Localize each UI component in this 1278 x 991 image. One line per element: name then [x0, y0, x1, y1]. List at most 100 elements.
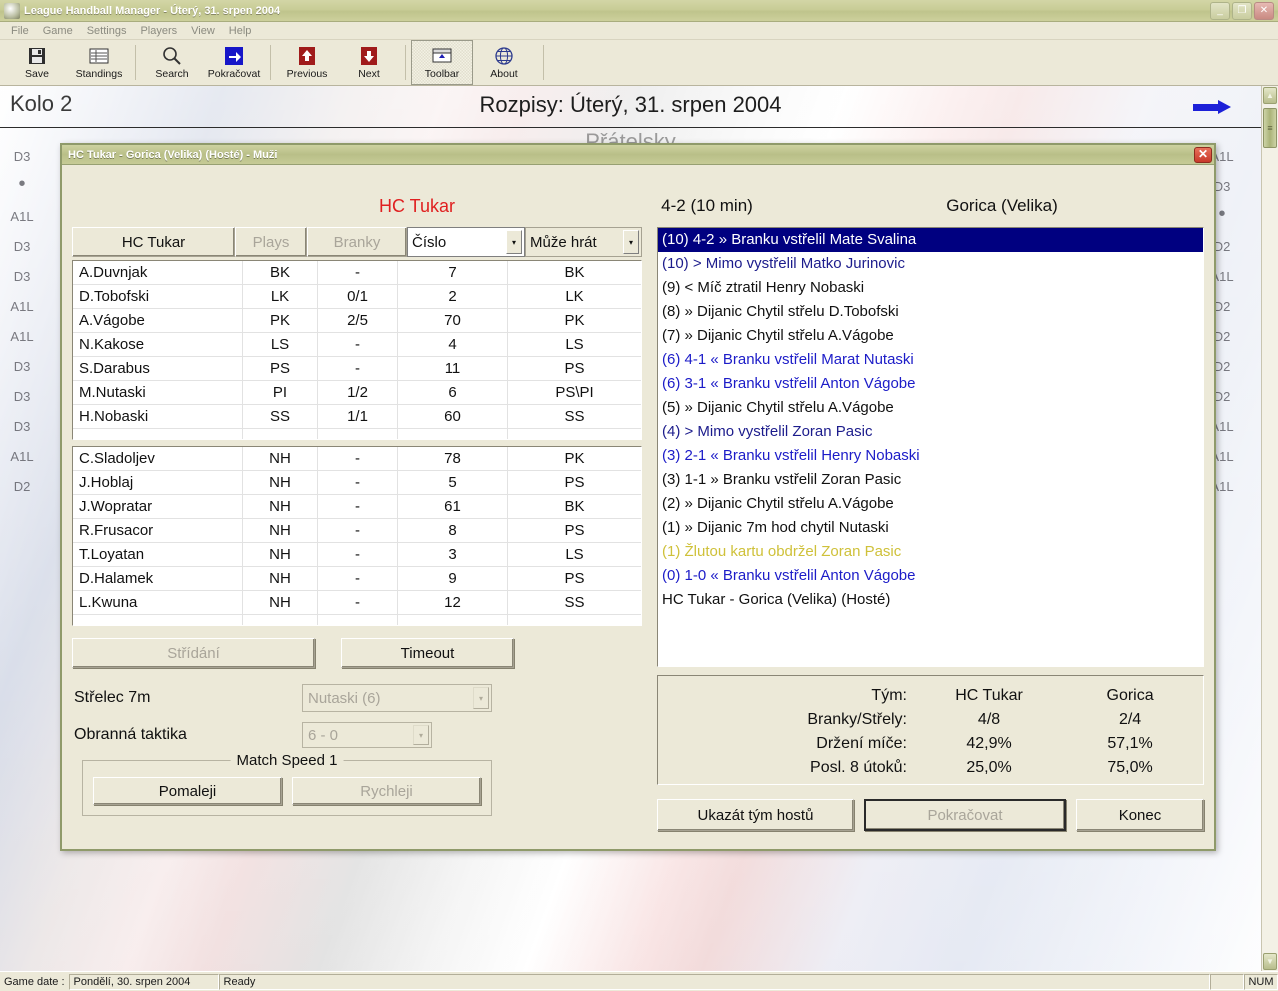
menu-item-view[interactable]: View: [184, 24, 222, 38]
match-speed-buttons: Pomaleji Rychleji: [93, 777, 481, 805]
player-goals: 0/1: [318, 285, 398, 308]
list-item: D3: [13, 389, 31, 404]
player-number: 7: [398, 261, 508, 284]
menu-item-help[interactable]: Help: [222, 24, 259, 38]
list-item[interactable]: (7) » Dijanic Chytil střelu A.Vágobe: [658, 324, 1203, 348]
blue-arrow-right-icon[interactable]: [1193, 100, 1231, 114]
table-row[interactable]: L.Kwuna NH - 12 SS: [73, 591, 641, 615]
toolbar-button-save[interactable]: Save: [6, 40, 68, 85]
substitution-button[interactable]: Střídání: [72, 638, 315, 668]
toolbar-separator-2: [270, 45, 271, 80]
slower-button[interactable]: Pomaleji: [93, 777, 282, 805]
player-goals: 2/5: [318, 309, 398, 332]
list-item[interactable]: (6) 4-1 « Branku vstřelil Marat Nutaski: [658, 348, 1203, 372]
menu-item-game[interactable]: Game: [36, 24, 80, 38]
toolbar-button-search[interactable]: Search: [141, 40, 203, 85]
toolbar-button-next[interactable]: Next: [338, 40, 400, 85]
list-item[interactable]: (10) 4-2 » Branku vstřelil Mate Svalina: [658, 228, 1203, 252]
list-item[interactable]: (5) » Dijanic Chytil střelu A.Vágobe: [658, 396, 1203, 420]
filler-cell: [398, 615, 508, 625]
timeout-button[interactable]: Timeout: [341, 638, 514, 668]
close-button[interactable]: ✕: [1254, 1, 1274, 20]
table-row[interactable]: D.Halamek NH - 9 PS: [73, 567, 641, 591]
game-date-label: Game date :: [4, 975, 65, 988]
table-row[interactable]: N.Kakose LS - 4 LS: [73, 333, 641, 357]
player-number: 8: [398, 519, 508, 542]
continue-button[interactable]: Pokračovat: [864, 799, 1066, 831]
table-row[interactable]: C.Sladoljev NH - 78 PK: [73, 447, 641, 471]
list-item[interactable]: (2) » Dijanic Chytil střelu A.Vágobe: [658, 492, 1203, 516]
toolbar-label-save: Save: [25, 68, 49, 80]
chevron-down-icon[interactable]: ▾: [506, 230, 522, 254]
faster-button[interactable]: Rychleji: [292, 777, 481, 805]
menu-item-file[interactable]: File: [4, 24, 36, 38]
player-canplay: SS: [564, 594, 585, 611]
content-vertical-scrollbar[interactable]: ▲ ≡ ▼: [1261, 86, 1278, 971]
toolbar-icon: [431, 45, 453, 67]
end-button[interactable]: Konec: [1075, 799, 1205, 831]
menu-item-settings[interactable]: Settings: [80, 24, 134, 38]
column-header-name[interactable]: HC Tukar: [72, 227, 235, 257]
list-item: D3: [13, 359, 31, 374]
toolbar-button-standings[interactable]: Standings: [68, 40, 130, 85]
toolbar-button-toolbar[interactable]: Toolbar: [411, 40, 473, 85]
chevron-down-icon[interactable]: ▾: [623, 230, 639, 254]
on-court-player-list[interactable]: A.Duvnjak BK - 7 BK D.Tobofski LK 0/1 2 …: [72, 260, 642, 440]
show-guest-team-button[interactable]: Ukazát tým hostů: [657, 799, 854, 831]
toolbar-button-previous[interactable]: Previous: [276, 40, 338, 85]
filler-cell: [318, 429, 398, 439]
toolbar-button-continue[interactable]: Pokračovat: [203, 40, 265, 85]
list-item[interactable]: (3) 2-1 « Branku vstřelil Henry Nobaski: [658, 444, 1203, 468]
chevron-down-icon[interactable]: ▾: [413, 725, 429, 745]
scrollbar-thumb[interactable]: ≡: [1263, 108, 1277, 148]
dialog-close-icon[interactable]: ✕: [1194, 146, 1212, 163]
bench-player-list[interactable]: C.Sladoljev NH - 78 PK J.Hoblaj NH - 5 P…: [72, 446, 642, 626]
list-item[interactable]: (10) > Mimo vystřelil Matko Jurinovic: [658, 252, 1203, 276]
table-row[interactable]: J.Hoblaj NH - 5 PS: [73, 471, 641, 495]
table-row[interactable]: A.Duvnjak BK - 7 BK: [73, 261, 641, 285]
column-header-canplay-value: Může hrát: [530, 233, 597, 251]
scrollbar-track[interactable]: [1262, 151, 1278, 952]
list-item[interactable]: (0) 1-0 « Branku vstřelil Anton Vágobe: [658, 564, 1203, 588]
window-controls: _ ❐ ✕: [1210, 1, 1276, 20]
list-item[interactable]: HC Tukar - Gorica (Velika) (Hosté): [658, 588, 1203, 612]
scroll-up-button[interactable]: ▲: [1263, 87, 1277, 104]
table-row[interactable]: S.Darabus PS - 11 PS: [73, 357, 641, 381]
defence-tactic-select[interactable]: 6 - 0 ▾: [302, 722, 432, 748]
list-item[interactable]: (9) < Míč ztratil Henry Nobaski: [658, 276, 1203, 300]
menu-item-players[interactable]: Players: [133, 24, 184, 38]
chevron-down-icon[interactable]: ▾: [473, 687, 489, 709]
table-row[interactable]: M.Nutaski PI 1/2 6 PS\PI: [73, 381, 641, 405]
scroll-down-button[interactable]: ▼: [1263, 953, 1277, 970]
maximize-button[interactable]: ❐: [1232, 1, 1252, 20]
table-row: Posl. 8 útoků: 25,0% 75,0%: [658, 756, 1203, 780]
squad-action-buttons: Střídání Timeout: [72, 638, 642, 668]
toolbar-separator-3: [405, 45, 406, 80]
list-item[interactable]: (4) > Mimo vystřelil Zoran Pasic: [658, 420, 1203, 444]
squad-column-headers: HC Tukar Plays Branky Číslo ▾ Může hrát …: [72, 227, 642, 257]
column-header-canplay-select[interactable]: Může hrát ▾: [525, 227, 642, 257]
player-goals: -: [318, 543, 398, 566]
list-item[interactable]: (6) 3-1 « Branku vstřelil Anton Vágobe: [658, 372, 1203, 396]
minimize-button[interactable]: _: [1210, 1, 1230, 20]
list-item[interactable]: (8) » Dijanic Chytil střelu D.Tobofski: [658, 300, 1203, 324]
list-item[interactable]: (1) Žlutou kartu obdržel Zoran Pasic: [658, 540, 1203, 564]
player-position: NH: [243, 519, 318, 542]
column-header-number-select[interactable]: Číslo ▾: [407, 227, 525, 257]
toolbar-button-about[interactable]: About: [473, 40, 535, 85]
table-row[interactable]: D.Tobofski LK 0/1 2 LK: [73, 285, 641, 309]
seven-meter-shooter-select[interactable]: Nutaski (6) ▾: [302, 684, 492, 712]
table-row[interactable]: R.Frusacor NH - 8 PS: [73, 519, 641, 543]
match-dialog: HC Tukar - Gorica (Velika) (Hosté) - Muž…: [60, 143, 1216, 851]
list-item[interactable]: (3) 1-1 » Branku vstřelil Zoran Pasic: [658, 468, 1203, 492]
table-row[interactable]: A.Vágobe PK 2/5 70 PK: [73, 309, 641, 333]
table-row[interactable]: T.Loyatan NH - 3 LS: [73, 543, 641, 567]
list-item[interactable]: (1) » Dijanic 7m hod chytil Nutaski: [658, 516, 1203, 540]
event-log-list[interactable]: (10) 4-2 » Branku vstřelil Mate Svalina …: [657, 227, 1204, 667]
table-row-filler: [73, 615, 641, 625]
column-header-plays[interactable]: Plays: [235, 227, 307, 257]
table-row[interactable]: H.Nobaski SS 1/1 60 SS: [73, 405, 641, 429]
table-row[interactable]: J.Wopratar NH - 61 BK: [73, 495, 641, 519]
column-header-goals[interactable]: Branky: [307, 227, 407, 257]
player-position: NH: [243, 495, 318, 518]
